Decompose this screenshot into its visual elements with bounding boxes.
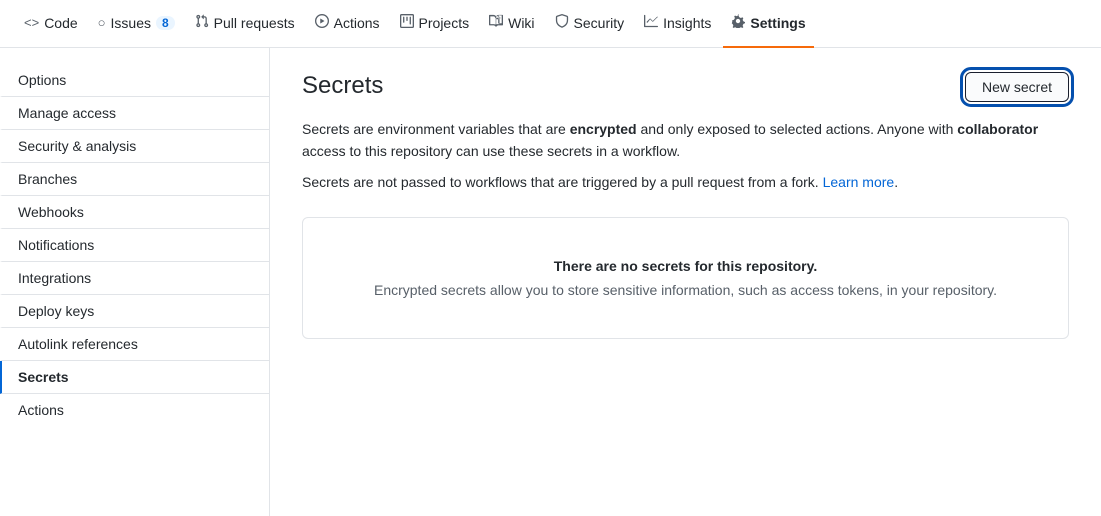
sidebar: Options Manage access Security & analysi… — [0, 48, 270, 516]
nav-label-security: Security — [574, 15, 625, 31]
sidebar-label-integrations: Integrations — [18, 270, 91, 286]
nav-label-insights: Insights — [663, 15, 711, 31]
nav-item-actions[interactable]: Actions — [307, 0, 388, 48]
nav-label-issues: Issues — [111, 15, 151, 31]
nav-item-code[interactable]: <> Code — [16, 0, 86, 48]
nav-item-settings[interactable]: Settings — [723, 0, 813, 48]
sidebar-item-notifications[interactable]: Notifications — [0, 229, 269, 262]
nav-label-code: Code — [44, 15, 77, 31]
empty-state-box: There are no secrets for this repository… — [302, 217, 1069, 339]
sidebar-item-integrations[interactable]: Integrations — [0, 262, 269, 295]
main-content: Secrets New secret Secrets are environme… — [270, 48, 1101, 516]
nav-item-wiki[interactable]: Wiki — [481, 0, 542, 48]
nav-label-pull-requests: Pull requests — [214, 15, 295, 31]
nav-item-issues[interactable]: ○ Issues 8 — [90, 0, 183, 48]
sidebar-item-options[interactable]: Options — [0, 64, 269, 97]
learn-more-link[interactable]: Learn more — [823, 174, 895, 190]
actions-icon — [315, 14, 329, 31]
nav-label-actions: Actions — [334, 15, 380, 31]
sidebar-item-actions[interactable]: Actions — [0, 394, 269, 426]
code-icon: <> — [24, 15, 39, 30]
page-title: Secrets — [302, 72, 383, 100]
sidebar-label-webhooks: Webhooks — [18, 204, 84, 220]
bold-collaborator: collaborator — [957, 121, 1038, 137]
pull-request-icon — [195, 14, 209, 31]
sidebar-item-security-analysis[interactable]: Security & analysis — [0, 130, 269, 163]
empty-title: There are no secrets for this repository… — [327, 258, 1044, 274]
nav-item-insights[interactable]: Insights — [636, 0, 719, 48]
sidebar-label-deploy-keys: Deploy keys — [18, 303, 94, 319]
settings-icon — [731, 14, 745, 31]
nav-label-projects: Projects — [419, 15, 470, 31]
sidebar-item-branches[interactable]: Branches — [0, 163, 269, 196]
description-line1: Secrets are environment variables that a… — [302, 118, 1069, 163]
page-header: Secrets New secret — [302, 72, 1069, 102]
description-line2: Secrets are not passed to workflows that… — [302, 171, 1069, 193]
issues-badge: 8 — [156, 16, 175, 30]
sidebar-label-actions: Actions — [18, 402, 64, 418]
sidebar-label-autolink-references: Autolink references — [18, 336, 138, 352]
nav-item-pull-requests[interactable]: Pull requests — [187, 0, 303, 48]
wiki-icon — [489, 14, 503, 31]
sidebar-label-notifications: Notifications — [18, 237, 94, 253]
sidebar-label-branches: Branches — [18, 171, 77, 187]
sidebar-label-options: Options — [18, 72, 66, 88]
nav-label-settings: Settings — [750, 15, 805, 31]
sidebar-item-autolink-references[interactable]: Autolink references — [0, 328, 269, 361]
sidebar-item-manage-access[interactable]: Manage access — [0, 97, 269, 130]
top-nav: <> Code ○ Issues 8 Pull requests Actions… — [0, 0, 1101, 48]
sidebar-item-deploy-keys[interactable]: Deploy keys — [0, 295, 269, 328]
new-secret-button[interactable]: New secret — [965, 72, 1069, 102]
nav-label-wiki: Wiki — [508, 15, 534, 31]
empty-desc: Encrypted secrets allow you to store sen… — [327, 282, 1044, 298]
issues-icon: ○ — [98, 15, 106, 30]
nav-item-security[interactable]: Security — [547, 0, 633, 48]
projects-icon — [400, 14, 414, 31]
security-icon — [555, 14, 569, 31]
sidebar-item-secrets[interactable]: Secrets — [0, 361, 269, 394]
nav-item-projects[interactable]: Projects — [392, 0, 478, 48]
bold-encrypted: encrypted — [570, 121, 637, 137]
sidebar-label-manage-access: Manage access — [18, 105, 116, 121]
sidebar-label-security-analysis: Security & analysis — [18, 138, 136, 154]
sidebar-item-webhooks[interactable]: Webhooks — [0, 196, 269, 229]
page-layout: Options Manage access Security & analysi… — [0, 48, 1101, 516]
sidebar-label-secrets: Secrets — [18, 369, 69, 385]
insights-icon — [644, 14, 658, 31]
